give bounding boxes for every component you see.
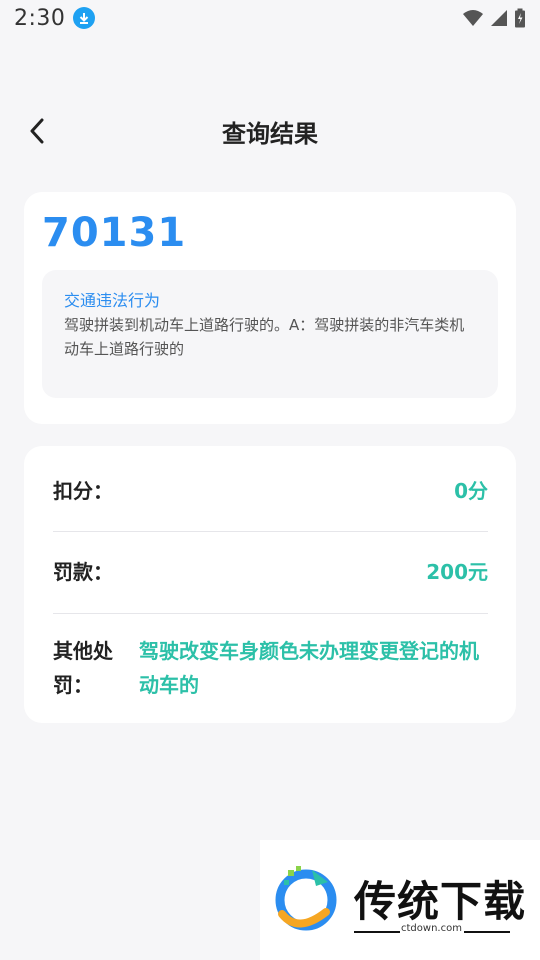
status-icons <box>462 8 526 28</box>
wifi-icon <box>463 10 483 26</box>
chevron-left-icon <box>30 118 44 144</box>
status-time: 2:30 <box>14 5 66 31</box>
page-title: 查询结果 <box>222 119 318 148</box>
fine-row: 罚款： 200元 <box>53 551 488 589</box>
points-value: 0分 <box>454 478 488 503</box>
download-icon <box>73 7 96 29</box>
signal-icon <box>491 10 507 26</box>
violation-box: 交通违法行为 驾驶拼装到机动车上道路行驶的。A：驾驶拼装的非汽车类机动车上道路行… <box>42 270 498 398</box>
other-penalty-value: 驾驶改变车身颜色未办理变更登记的机动车的 <box>139 639 479 697</box>
violation-text: 驾驶拼装到机动车上道路行驶的。A：驾驶拼装的非汽车类机动车上道路行驶的 <box>64 316 465 358</box>
other-penalty-label: 其他处罚： <box>53 639 113 697</box>
divider <box>464 931 510 933</box>
watermark: 传统下载 ctdown.com <box>260 840 540 960</box>
violation-label: 交通违法行为 <box>64 291 161 310</box>
penalty-card: 扣分： 0分 罚款： 200元 其他处罚： 驾驶改变车身颜色未办理变更登记的机动… <box>24 446 516 723</box>
divider <box>53 531 488 532</box>
result-card: 70131 交通违法行为 驾驶拼装到机动车上道路行驶的。A：驾驶拼装的非汽车类机… <box>24 192 516 424</box>
divider <box>53 613 488 614</box>
battery-icon <box>515 8 525 28</box>
header: 查询结果 <box>0 100 540 162</box>
watermark-brand: 传统下载 <box>354 877 527 926</box>
violation-code: 70131 <box>42 210 187 256</box>
fine-label: 罚款： <box>53 559 113 584</box>
points-row: 扣分： 0分 <box>53 470 488 508</box>
status-bar: 2:30 <box>0 0 540 36</box>
divider <box>354 931 400 933</box>
ctdown-logo-icon <box>275 866 337 931</box>
fine-value: 200元 <box>426 559 488 584</box>
points-label: 扣分： <box>53 478 113 503</box>
back-button[interactable] <box>20 114 54 148</box>
watermark-url: ctdown.com <box>401 923 462 934</box>
